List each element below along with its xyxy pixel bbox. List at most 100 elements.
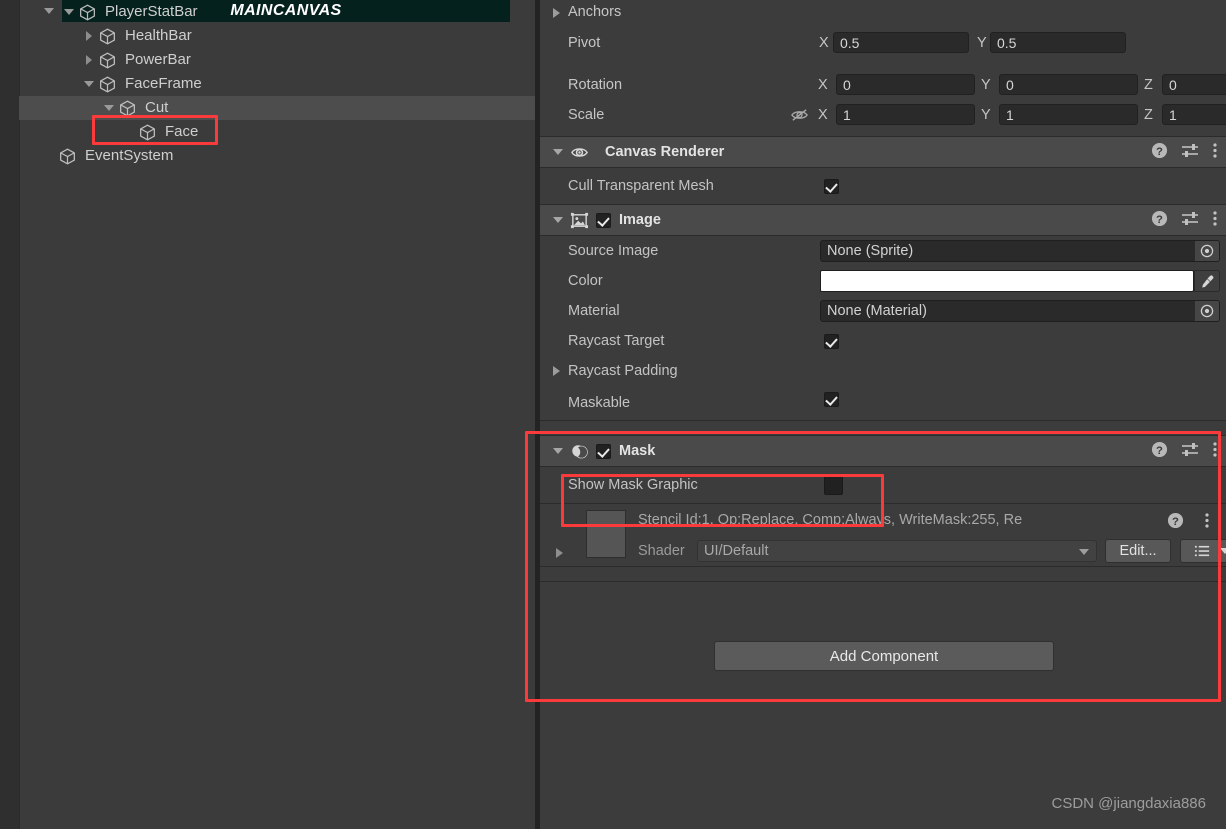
- pivot-y-field[interactable]: 0.5: [990, 32, 1126, 53]
- rotation-x-axis-label: X: [818, 77, 828, 93]
- canvas-renderer-header[interactable]: Canvas Renderer ?: [540, 137, 1226, 167]
- shader-menu-button[interactable]: [1180, 539, 1226, 563]
- preset-sliders-icon[interactable]: [1181, 441, 1199, 462]
- twisty-right-icon[interactable]: [82, 24, 98, 48]
- cube-icon: [118, 99, 141, 118]
- cube-icon: [58, 147, 81, 166]
- help-icon[interactable]: ?: [1167, 512, 1184, 533]
- hierarchy-row-eventsystem[interactable]: EventSystem: [0, 144, 536, 168]
- show-mask-graphic-checkbox[interactable]: [824, 475, 843, 495]
- mask-icon: [570, 442, 589, 461]
- hierarchy-row-cut[interactable]: Cut: [0, 96, 536, 120]
- kebab-menu-icon[interactable]: [1212, 142, 1218, 163]
- kebab-menu-icon[interactable]: [1212, 210, 1218, 231]
- hierarchy-panel[interactable]: MAINCANVAS PlayerStatBar HealthBar PowerBa…: [0, 0, 536, 829]
- mask-material-block[interactable]: Stencil Id:1, Op:Replace, Comp:Always, W…: [540, 504, 1226, 566]
- mask-enabled-checkbox[interactable]: [596, 443, 611, 459]
- image-foldout-icon[interactable]: [552, 205, 566, 235]
- material-object-picker-icon[interactable]: [1194, 301, 1219, 321]
- eye-slash-icon[interactable]: [790, 107, 809, 127]
- svg-text:?: ?: [1156, 145, 1163, 157]
- hierarchy-tree[interactable]: PlayerStatBar HealthBar PowerBar FaceFrame C…: [0, 0, 536, 168]
- kebab-menu-icon[interactable]: [1212, 441, 1218, 462]
- maskable-row[interactable]: Maskable: [540, 386, 1226, 420]
- show-mask-graphic-row[interactable]: Show Mask Graphic: [540, 467, 1226, 503]
- kebab-menu-icon[interactable]: [1204, 512, 1210, 533]
- shader-label: Shader: [638, 543, 685, 559]
- shader-edit-button[interactable]: Edit...: [1105, 539, 1171, 563]
- rotation-x-field[interactable]: 0: [836, 74, 975, 95]
- hierarchy-row-powerbar[interactable]: PowerBar: [0, 48, 536, 72]
- help-icon[interactable]: ?: [1151, 210, 1168, 231]
- twisty-down-icon[interactable]: [82, 72, 98, 96]
- rotation-z-field[interactable]: 0: [1162, 74, 1226, 95]
- cull-transparent-mesh-row[interactable]: Cull Transparent Mesh: [540, 168, 1226, 204]
- source-image-field[interactable]: None (Sprite): [820, 240, 1220, 262]
- help-icon[interactable]: ?: [1151, 441, 1168, 462]
- raycast-target-row[interactable]: Raycast Target: [540, 326, 1226, 356]
- show-mask-graphic-label: Show Mask Graphic: [568, 477, 698, 493]
- preset-sliders-icon[interactable]: [1181, 210, 1199, 231]
- raycast-padding-row[interactable]: Raycast Padding: [540, 356, 1226, 386]
- rotation-label: Rotation: [568, 77, 623, 93]
- material-label: Material: [568, 303, 620, 319]
- pivot-label: Pivot: [568, 35, 601, 51]
- material-field[interactable]: None (Material): [820, 300, 1220, 322]
- canvas-renderer-header-tools[interactable]: ?: [1151, 137, 1218, 167]
- color-row[interactable]: Color: [540, 266, 1226, 296]
- source-image-value: None (Sprite): [827, 243, 914, 259]
- cull-transparent-mesh-checkbox[interactable]: [824, 178, 839, 194]
- scale-z-field[interactable]: 1: [1162, 104, 1226, 125]
- twisty-right-icon[interactable]: [82, 48, 98, 72]
- shader-value: UI/Default: [704, 543, 769, 559]
- image-header-tools[interactable]: ?: [1151, 205, 1218, 235]
- scale-row[interactable]: Scale X 1 Y 1 Z 1: [540, 100, 1226, 130]
- twisty-down-icon[interactable]: [102, 96, 118, 120]
- rotation-z-axis-label: Z: [1144, 77, 1153, 93]
- pivot-row[interactable]: Pivot X 0.5 Y 0.5: [540, 28, 1226, 58]
- image-enabled-checkbox[interactable]: [596, 212, 611, 228]
- preset-sliders-icon[interactable]: [1181, 142, 1199, 163]
- maskable-checkbox[interactable]: [824, 392, 839, 407]
- mask-header[interactable]: Mask ?: [540, 436, 1226, 466]
- image-icon: [570, 211, 589, 230]
- rotation-y-field[interactable]: 0: [999, 74, 1138, 95]
- mask-foldout-icon[interactable]: [552, 436, 566, 466]
- material-foldout-icon[interactable]: [556, 548, 563, 558]
- raycast-padding-foldout-icon[interactable]: [553, 366, 560, 376]
- source-image-row[interactable]: Source Image None (Sprite): [540, 236, 1226, 266]
- hierarchy-item-label: HealthBar: [125, 27, 192, 44]
- hierarchy-row-playerstatbar[interactable]: PlayerStatBar: [0, 0, 536, 24]
- mask-header-tools[interactable]: ?: [1151, 436, 1218, 466]
- raycast-target-checkbox[interactable]: [824, 333, 839, 349]
- scale-y-field[interactable]: 1: [999, 104, 1138, 125]
- inspector-panel[interactable]: Anchors Pivot X 0.5 Y 0.5 Rotation X 0 Y…: [540, 0, 1226, 829]
- canvas-renderer-foldout-icon[interactable]: [552, 137, 566, 167]
- add-component-button[interactable]: Add Component: [714, 641, 1054, 671]
- cube-icon: [98, 51, 121, 70]
- image-header[interactable]: Image ?: [540, 205, 1226, 235]
- eye-icon: [570, 143, 589, 162]
- cube-icon: [60, 148, 75, 164]
- material-preview-swatch: [586, 510, 626, 558]
- hierarchy-row-faceframe[interactable]: FaceFrame: [0, 72, 536, 96]
- color-label: Color: [568, 273, 603, 289]
- rotation-y-axis-label: Y: [981, 77, 991, 93]
- spacer-after-material: [540, 567, 1226, 581]
- hierarchy-row-healthbar[interactable]: HealthBar: [0, 24, 536, 48]
- source-image-object-picker-icon[interactable]: [1194, 241, 1219, 261]
- hierarchy-row-face[interactable]: Face: [0, 120, 536, 144]
- eyedropper-icon[interactable]: [1194, 270, 1220, 292]
- hierarchy-item-label: Cut: [145, 99, 169, 116]
- twisty-down-icon[interactable]: [62, 0, 78, 24]
- help-icon[interactable]: ?: [1151, 142, 1168, 163]
- color-swatch-field[interactable]: [820, 270, 1194, 292]
- shader-dropdown[interactable]: UI/Default: [697, 540, 1097, 562]
- material-row[interactable]: Material None (Material): [540, 296, 1226, 326]
- anchors-foldout-icon[interactable]: [553, 8, 560, 18]
- pivot-x-field[interactable]: 0.5: [833, 32, 969, 53]
- rotation-row[interactable]: Rotation X 0 Y 0 Z 0: [540, 70, 1226, 100]
- cube-icon: [100, 52, 115, 68]
- scale-x-field[interactable]: 1: [836, 104, 975, 125]
- anchors-row[interactable]: Anchors: [540, 0, 1226, 28]
